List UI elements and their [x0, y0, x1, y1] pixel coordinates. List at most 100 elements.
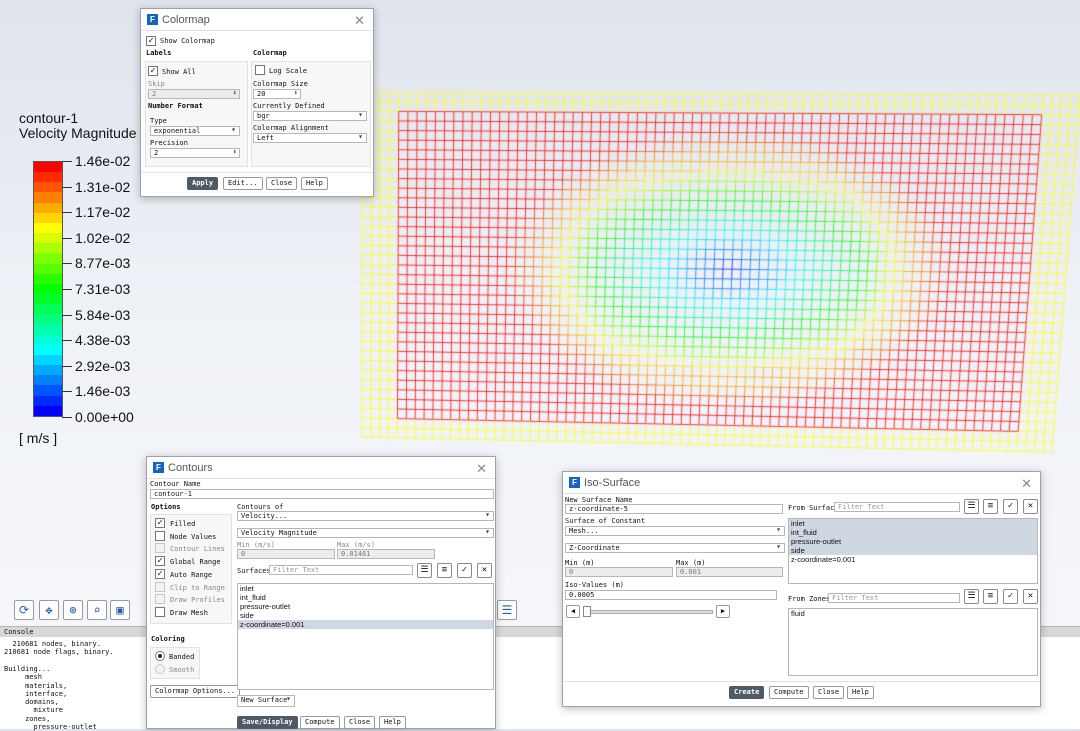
list-item[interactable]: inlet: [789, 519, 1037, 528]
legend-tick: [62, 417, 72, 418]
currently-defined-dropdown[interactable]: bgr: [253, 111, 367, 121]
legend-unit: [ m/s ]: [19, 430, 58, 446]
select-icon[interactable]: ☰: [417, 563, 432, 578]
iso-max-label: Max (m): [676, 559, 706, 567]
slider-right-button[interactable]: ▶: [716, 605, 730, 618]
legend-tick: [62, 314, 72, 316]
coordinate-dropdown[interactable]: Z-Coordinate: [565, 543, 785, 553]
list-icon[interactable]: ≡: [437, 563, 452, 578]
option-checkbox[interactable]: ✓: [155, 518, 165, 528]
colormap-size-field[interactable]: 20: [253, 89, 301, 99]
option-checkbox[interactable]: ✓: [155, 556, 165, 567]
quantity-dropdown[interactable]: Velocity Magnitude: [237, 528, 494, 538]
list-item[interactable]: inlet: [238, 584, 493, 593]
list-item[interactable]: z-coordinate=0.001: [789, 555, 1037, 564]
list-item[interactable]: side: [238, 611, 493, 620]
min-field[interactable]: 0: [237, 549, 335, 559]
option-checkbox[interactable]: [155, 543, 165, 554]
create-button[interactable]: Create: [729, 686, 765, 699]
iso-slider-track[interactable]: [583, 610, 713, 614]
list-icon[interactable]: ≡: [983, 589, 998, 604]
list-item[interactable]: int_fluid: [238, 593, 493, 602]
from-surface-filter-input[interactable]: Filter Text: [834, 502, 960, 512]
console-line: mixture: [4, 706, 64, 715]
close-icon[interactable]: ✕: [354, 13, 365, 29]
list-item[interactable]: side: [789, 546, 1037, 555]
contour-name-field[interactable]: contour-1: [150, 489, 494, 499]
show-all-checkbox[interactable]: ✓: [148, 66, 158, 76]
legend-tick-label: 1.17e-02: [75, 204, 131, 221]
log-scale-checkbox[interactable]: [255, 65, 265, 75]
zoom-icon[interactable]: ⌕: [87, 600, 107, 620]
surfaces-list[interactable]: inlet int_fluid pressure-outlet side z-coord…: [237, 583, 494, 690]
skip-label: Skip: [148, 80, 165, 88]
select-icon[interactable]: ☰: [964, 499, 979, 514]
legend-tick-label: 1.46e-03: [75, 383, 131, 400]
deselect-all-icon[interactable]: ✕: [1023, 499, 1038, 514]
iso-slider-handle[interactable]: [583, 606, 591, 617]
iso-values-field[interactable]: 0.0005: [565, 590, 777, 600]
help-button[interactable]: Help: [301, 177, 328, 190]
select-icon[interactable]: ☰: [964, 589, 979, 604]
select-all-icon[interactable]: ✓: [1003, 589, 1018, 604]
close-button[interactable]: Close: [813, 686, 845, 699]
smooth-radio[interactable]: [155, 664, 165, 674]
new-surface-dropdown[interactable]: New Surface: [237, 695, 295, 707]
iso-max-field[interactable]: 0.001: [676, 567, 783, 577]
iso-min-field[interactable]: 0: [565, 567, 673, 577]
surfaces-filter-input[interactable]: Filter Text: [269, 565, 413, 575]
new-surface-name-field[interactable]: z-coordinate-5: [565, 504, 783, 514]
deselect-all-icon[interactable]: ✕: [1023, 589, 1038, 604]
option-checkbox[interactable]: [155, 581, 165, 592]
legend-tick: [62, 391, 72, 393]
list-item[interactable]: int_fluid: [789, 528, 1037, 537]
contours-of-dropdown[interactable]: Velocity...: [237, 511, 494, 521]
select-all-icon[interactable]: ✓: [457, 563, 472, 578]
surface-of-constant-dropdown[interactable]: Mesh...: [565, 526, 785, 536]
close-icon[interactable]: ✕: [476, 461, 487, 477]
alignment-dropdown[interactable]: Left: [253, 133, 367, 143]
close-button[interactable]: Close: [266, 177, 298, 190]
type-dropdown[interactable]: exponential: [150, 126, 240, 136]
iso-min-label: Min (m): [565, 559, 595, 567]
show-colormap-checkbox[interactable]: ✓: [146, 36, 156, 46]
help-button[interactable]: Help: [847, 686, 874, 699]
list-item[interactable]: pressure-outlet: [238, 602, 493, 611]
skip-field[interactable]: 2: [148, 89, 240, 99]
log-scale-label: Log Scale: [269, 67, 307, 75]
colormap-size-label: Colormap Size: [253, 80, 308, 88]
list-item[interactable]: pressure-outlet: [789, 537, 1037, 546]
apply-button[interactable]: Apply: [187, 177, 219, 190]
fit-view-icon[interactable]: ▣: [110, 600, 130, 620]
close-button[interactable]: Close: [344, 716, 376, 729]
option-checkbox[interactable]: [155, 530, 165, 541]
compute-button[interactable]: Compute: [300, 716, 340, 729]
compute-button[interactable]: Compute: [769, 686, 809, 699]
from-surface-list[interactable]: inlet int_fluid pressure-outlet side z-coord…: [788, 518, 1038, 584]
list-item[interactable]: fluid: [789, 609, 1037, 618]
rotate-icon[interactable]: ⟳: [14, 600, 34, 620]
help-button[interactable]: Help: [379, 716, 406, 729]
select-all-icon[interactable]: ✓: [1003, 499, 1018, 514]
notes-icon[interactable]: ☰: [497, 600, 517, 620]
edit-button[interactable]: Edit...: [223, 177, 263, 190]
zoom-in-icon[interactable]: ⊕: [63, 600, 83, 620]
option-checkbox[interactable]: [155, 594, 165, 605]
banded-radio[interactable]: [155, 651, 165, 661]
precision-field[interactable]: 2: [150, 148, 240, 158]
option-checkbox[interactable]: [155, 606, 165, 617]
max-field[interactable]: 0.01461: [337, 549, 435, 559]
from-zones-filter-input[interactable]: Filter Text: [828, 593, 960, 603]
list-icon[interactable]: ≡: [983, 499, 998, 514]
list-item[interactable]: z-coordinate=0.001: [238, 620, 493, 629]
pan-icon[interactable]: ✥: [39, 600, 59, 620]
slider-left-button[interactable]: ◀: [566, 605, 580, 618]
save-display-button[interactable]: Save/Display: [237, 716, 298, 729]
colormap-options-button[interactable]: Colormap Options...: [150, 685, 241, 698]
from-zones-list[interactable]: fluid: [788, 608, 1038, 676]
deselect-all-icon[interactable]: ✕: [477, 563, 492, 578]
option-checkbox[interactable]: ✓: [155, 568, 165, 579]
close-icon[interactable]: ✕: [1021, 476, 1032, 492]
iso-surface-dialog: F Iso-Surface ✕ New Surface Name z-coordi…: [562, 471, 1041, 707]
legend-color-band: [34, 222, 62, 234]
